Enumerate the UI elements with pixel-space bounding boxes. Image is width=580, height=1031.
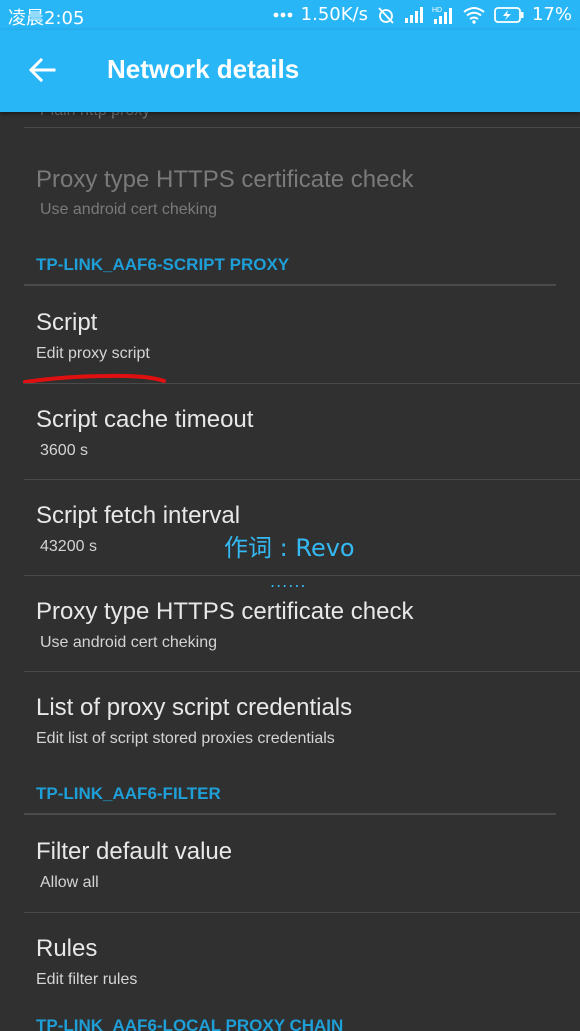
filter-default-title: Filter default value: [36, 838, 233, 865]
section-header-script-proxy: TP-LINK_AAF6-SCRIPT PROXY: [36, 255, 290, 274]
rules-subtitle: Edit filter rules: [36, 971, 138, 988]
plain-proxy-row: Plain http proxy: [0, 112, 580, 128]
app-bar: Network details: [0, 30, 580, 112]
script-cache-timeout-title: Script cache timeout: [36, 406, 254, 433]
script-fetch-interval-value: 43200 s: [40, 538, 97, 555]
rules-title: Rules: [36, 935, 98, 962]
status-bar: 凌晨2:05 1.50K/s HD 17%: [0, 0, 580, 30]
section-header-proxy-chain: TP-LINK_AAF6-LOCAL PROXY CHAIN: [36, 1016, 344, 1031]
signal-hd-icon: HD: [432, 7, 452, 24]
more-dots-icon: [273, 12, 293, 17]
script-title: Script: [36, 309, 98, 336]
status-time: 凌晨2:05: [8, 8, 85, 29]
rules-row[interactable]: Rules Edit filter rules: [0, 913, 580, 1009]
proxy-credentials-title: List of proxy script credentials: [36, 694, 353, 721]
https-check-title-1: Proxy type HTTPS certificate check: [36, 166, 414, 193]
script-cache-timeout-value: 3600 s: [40, 442, 89, 459]
signal-icon: [404, 6, 423, 23]
https-check-subtitle-2: Use android cert cheking: [40, 634, 217, 651]
page-title: Network details: [107, 54, 300, 84]
https-check-title-2: Proxy type HTTPS certificate check: [36, 598, 414, 625]
proxy-credentials-row[interactable]: List of proxy script credentials Edit li…: [0, 672, 580, 768]
wifi-icon: [463, 6, 485, 24]
battery-percent: 17%: [531, 4, 572, 25]
script-fetch-interval-title: Script fetch interval: [36, 502, 241, 529]
section-divider: [24, 284, 556, 286]
lyric-dots-overlay: ......: [270, 572, 307, 591]
status-icons: 1.50K/s HD 17%: [273, 4, 572, 25]
alarm-off-icon: [378, 6, 394, 24]
script-subtitle: Edit proxy script: [36, 345, 150, 362]
script-row[interactable]: Script Edit proxy script: [0, 287, 580, 384]
battery-charging-icon: [494, 6, 524, 23]
filter-default-value: Allow all: [40, 874, 99, 891]
https-check-subtitle-1: Use android cert cheking: [40, 201, 217, 218]
section-header-filter: TP-LINK_AAF6-FILTER: [36, 784, 221, 803]
script-cache-timeout-row[interactable]: Script cache timeout 3600 s: [0, 384, 580, 480]
plain-proxy-subtitle: Plain http proxy: [40, 112, 150, 120]
network-speed: 1.50K/s: [300, 4, 368, 25]
filter-default-row[interactable]: Filter default value Allow all: [0, 816, 580, 913]
hd-label: HD: [432, 7, 442, 14]
lyric-overlay: 作词 : Revo: [224, 534, 355, 562]
https-check-row-1: Proxy type HTTPS certificate check Use a…: [0, 152, 580, 232]
proxy-credentials-subtitle: Edit list of script stored proxies crede…: [36, 730, 335, 747]
arrow-back-icon[interactable]: [26, 54, 58, 86]
section-divider: [24, 813, 556, 815]
